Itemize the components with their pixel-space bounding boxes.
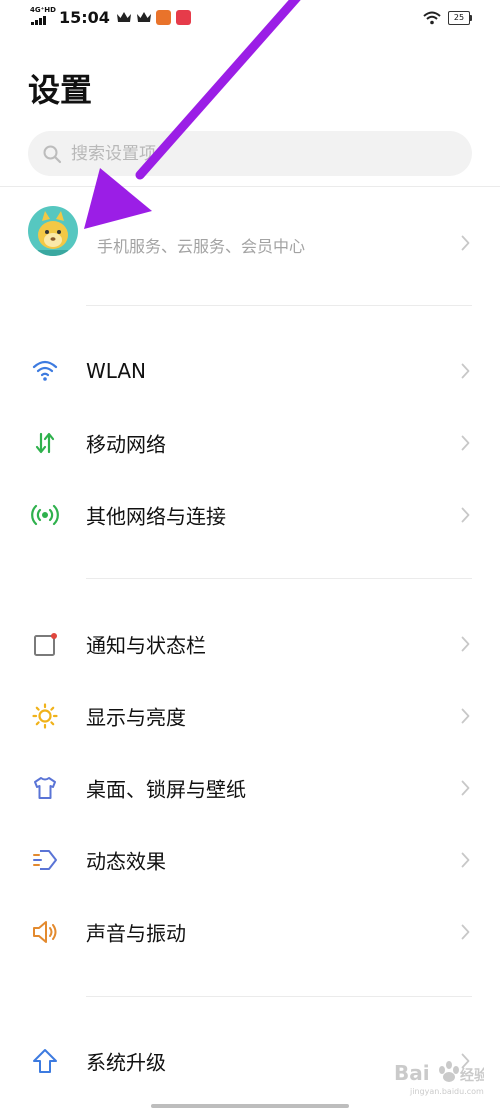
watermark: Bai 经验 jingyan.baidu.com bbox=[392, 1052, 484, 1098]
search-input[interactable] bbox=[28, 131, 472, 176]
settings-item-label: 移动网络 bbox=[86, 432, 166, 457]
chevron-right-icon bbox=[461, 924, 470, 940]
settings-item-sound-vibration[interactable]: 声音与振动 bbox=[0, 896, 500, 968]
sound-icon bbox=[33, 921, 57, 943]
svg-text:jingyan.baidu.com: jingyan.baidu.com bbox=[409, 1087, 484, 1096]
chevron-right-icon bbox=[461, 636, 470, 652]
settings-screen: { "status_bar": { "network_type": "4G⁺HD… bbox=[0, 0, 500, 1111]
account-subtitle: 手机服务、云服务、会员中心 bbox=[97, 237, 306, 256]
connection-icon bbox=[31, 504, 59, 526]
page-title: 设置 bbox=[28, 71, 93, 109]
settings-item-label: 显示与亮度 bbox=[86, 705, 186, 730]
svg-text:Bai: Bai bbox=[394, 1061, 430, 1085]
network-type: 4G⁺HD bbox=[30, 6, 56, 14]
chevron-right-icon bbox=[461, 435, 470, 451]
wifi-status-icon bbox=[423, 11, 441, 25]
status-bar: 4G⁺HD 15:04 25 bbox=[0, 0, 500, 38]
avatar-character-icon bbox=[38, 211, 68, 256]
divider bbox=[86, 578, 472, 579]
battery-icon: 25 bbox=[448, 11, 472, 25]
divider bbox=[86, 996, 472, 997]
divider bbox=[0, 186, 500, 187]
app-notification-icon bbox=[175, 9, 191, 25]
settings-item-label: 声音与振动 bbox=[86, 921, 186, 946]
cellular-signal-icon: 4G⁺HD bbox=[30, 6, 56, 28]
notification-icon bbox=[34, 633, 57, 656]
settings-item-label: 其他网络与连接 bbox=[86, 504, 226, 529]
home-indicator[interactable] bbox=[151, 1104, 349, 1108]
wallpaper-icon bbox=[34, 777, 56, 799]
brightness-icon bbox=[32, 703, 58, 729]
settings-item-label: 系统升级 bbox=[86, 1050, 166, 1075]
system-update-icon bbox=[33, 1049, 57, 1073]
baidu-jingyan-watermark-logo: Bai 经验 jingyan.baidu.com bbox=[394, 1061, 484, 1096]
chevron-right-icon bbox=[461, 363, 470, 379]
settings-item-display-brightness[interactable]: 显示与亮度 bbox=[0, 680, 500, 752]
wifi-icon bbox=[32, 360, 58, 381]
status-time: 15:04 bbox=[59, 7, 110, 27]
app-notification-icon bbox=[155, 9, 171, 25]
settings-item-label: 桌面、锁屏与壁纸 bbox=[86, 777, 246, 802]
avatar[interactable] bbox=[28, 206, 78, 256]
chevron-right-icon bbox=[461, 708, 470, 724]
crown-icon bbox=[116, 12, 131, 22]
settings-item-label: 通知与状态栏 bbox=[86, 633, 206, 658]
divider bbox=[86, 305, 472, 306]
settings-item-wlan[interactable]: WLAN bbox=[0, 335, 500, 407]
settings-item-notifications[interactable]: 通知与状态栏 bbox=[0, 608, 500, 680]
search-bar[interactable] bbox=[28, 131, 472, 176]
motion-effects-icon bbox=[33, 850, 57, 870]
mobile-data-icon bbox=[35, 432, 55, 454]
settings-item-wallpaper[interactable]: 桌面、锁屏与壁纸 bbox=[0, 752, 500, 824]
settings-item-mobile-network[interactable]: 移动网络 bbox=[0, 407, 500, 479]
settings-item-label: WLAN bbox=[86, 359, 147, 383]
settings-item-label: 动态效果 bbox=[86, 849, 166, 874]
account-row[interactable]: 手机服务、云服务、会员中心 bbox=[0, 190, 500, 295]
settings-item-other-networks[interactable]: 其他网络与连接 bbox=[0, 479, 500, 551]
chevron-right-icon bbox=[461, 235, 470, 250]
chevron-right-icon bbox=[461, 507, 470, 523]
settings-item-motion-effects[interactable]: 动态效果 bbox=[0, 824, 500, 896]
chevron-right-icon bbox=[461, 852, 470, 868]
svg-text:经验: 经验 bbox=[460, 1067, 484, 1084]
chevron-right-icon bbox=[461, 780, 470, 796]
crown-icon bbox=[136, 12, 151, 22]
